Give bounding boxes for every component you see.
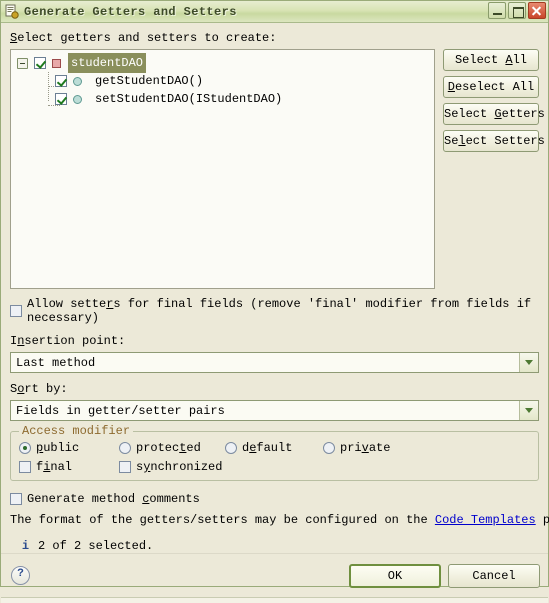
tree-section-label: Select getters and setters to create:: [10, 31, 539, 45]
close-button[interactable]: [528, 2, 546, 19]
chevron-down-icon[interactable]: [519, 353, 538, 372]
help-icon[interactable]: ?: [11, 566, 30, 585]
access-modifier-group: Access modifier public protected default…: [10, 424, 539, 481]
radio-public[interactable]: public: [19, 441, 119, 455]
bottom-strip: [1, 597, 548, 603]
app-icon: [4, 4, 20, 20]
select-all-button[interactable]: Select All: [443, 49, 539, 71]
method-icon: [73, 94, 82, 104]
minimize-button[interactable]: [488, 2, 506, 19]
allow-setters-label: Allow setters for final fields (remove '…: [27, 297, 532, 325]
tree-row[interactable]: setStudentDAO(IStudentDAO): [11, 90, 434, 108]
status-row: i 2 of 2 selected.: [10, 539, 539, 553]
checkbox-synchronized[interactable]: synchronized: [119, 460, 222, 474]
tree-and-buttons-row: studentDAO getStudentDAO() setStudentDAO…: [10, 49, 545, 289]
tree-item-label: getStudentDAO(): [95, 74, 204, 88]
window-controls: [488, 2, 546, 19]
info-icon: i: [21, 538, 30, 553]
tree-row[interactable]: getStudentDAO(): [11, 72, 434, 90]
radio-default-indicator[interactable]: [225, 442, 237, 454]
select-setters-button[interactable]: Select Setters: [443, 130, 545, 152]
checkbox-synchronized-label: synchronized: [136, 460, 223, 474]
title-bar[interactable]: Generate Getters and Setters: [1, 1, 548, 23]
insertion-point-label: Insertion point:: [10, 334, 126, 348]
tree-item-label: setStudentDAO(IStudentDAO): [95, 92, 283, 106]
window-title: Generate Getters and Setters: [24, 4, 237, 19]
ok-button[interactable]: OK: [349, 563, 441, 588]
radio-private-indicator[interactable]: [323, 442, 335, 454]
sort-by-combo[interactable]: Fields in getter/setter pairs: [10, 400, 539, 421]
deselect-all-button[interactable]: Deselect All: [443, 76, 539, 98]
select-getters-button[interactable]: Select Getters: [443, 103, 545, 125]
access-modifier-radio-row: public protected default private: [19, 441, 530, 455]
field-icon: [52, 58, 61, 68]
format-note-post: preference page.: [542, 513, 549, 527]
insertion-point-combo[interactable]: Last method: [10, 352, 539, 373]
insertion-point-value: Last method: [16, 355, 96, 370]
code-templates-link[interactable]: Code Templates: [435, 513, 536, 527]
radio-private-label: private: [340, 441, 391, 455]
radio-public-indicator[interactable]: [19, 442, 31, 454]
radio-protected[interactable]: protected: [119, 441, 225, 455]
dialog-footer: ? OK Cancel: [1, 553, 548, 597]
dialog-body: Select getters and setters to create: st…: [1, 23, 549, 553]
maximize-button[interactable]: [508, 2, 526, 19]
radio-protected-label: protected: [136, 441, 201, 455]
selection-buttons: Select All Deselect All Select Getters S…: [443, 49, 545, 152]
getters-setters-tree[interactable]: studentDAO getStudentDAO() setStudentDAO…: [10, 49, 435, 289]
radio-default-label: default: [242, 441, 293, 455]
checkbox-final-label: final: [36, 460, 73, 474]
generate-comments-label: Generate method comments: [27, 492, 200, 506]
access-modifier-legend: Access modifier: [19, 424, 134, 438]
checkbox-final[interactable]: final: [19, 460, 119, 474]
tree-checkbox[interactable]: [55, 93, 67, 105]
format-note-pre: The format of the getters/setters may be…: [10, 513, 435, 527]
generate-comments-checkbox[interactable]: [10, 493, 22, 505]
sort-by-label: Sort by:: [10, 382, 68, 396]
checkbox-final-indicator[interactable]: [19, 461, 31, 473]
status-text: 2 of 2 selected.: [38, 539, 154, 553]
radio-private[interactable]: private: [323, 441, 390, 455]
cancel-button[interactable]: Cancel: [448, 563, 540, 588]
tree-item-label: studentDAO: [68, 53, 147, 73]
generate-getters-setters-dialog: Generate Getters and Setters Select gett…: [0, 0, 549, 603]
allow-setters-checkbox[interactable]: [10, 305, 22, 317]
tree-row[interactable]: studentDAO: [11, 53, 434, 73]
chevron-down-icon[interactable]: [519, 401, 538, 420]
access-modifier-checkbox-row: final synchronized: [19, 460, 530, 474]
tree-label-rest: elect getters and setters to create:: [17, 31, 277, 45]
method-icon: [73, 76, 82, 86]
tree-checkbox[interactable]: [55, 75, 67, 87]
footer-buttons: OK Cancel: [349, 563, 540, 588]
generate-comments-row[interactable]: Generate method comments: [10, 492, 539, 506]
tree-guide-branch: [48, 105, 60, 107]
tree-checkbox[interactable]: [34, 57, 46, 69]
sort-by-value: Fields in getter/setter pairs: [16, 403, 225, 418]
checkbox-synchronized-indicator[interactable]: [119, 461, 131, 473]
allow-setters-row[interactable]: Allow setters for final fields (remove '…: [10, 297, 539, 325]
radio-default[interactable]: default: [225, 441, 323, 455]
collapse-toggle-icon[interactable]: [17, 57, 28, 69]
format-note: The format of the getters/setters may be…: [10, 513, 549, 527]
radio-protected-indicator[interactable]: [119, 442, 131, 454]
radio-public-label: public: [36, 441, 80, 455]
